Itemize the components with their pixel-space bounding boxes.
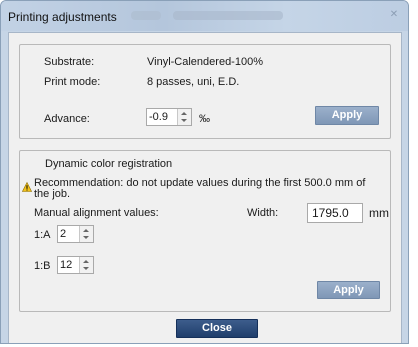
alignment-a-value: 2: [60, 228, 67, 240]
apply-alignment-button[interactable]: Apply: [317, 281, 380, 299]
advance-label: Advance:: [44, 113, 90, 125]
blurred-title-text: [131, 11, 161, 20]
manual-alignment-label: Manual alignment values:: [34, 207, 159, 219]
advance-unit: ‰: [199, 113, 210, 125]
substrate-label: Substrate:: [44, 56, 95, 68]
alignment-a-stepper-arrows[interactable]: [79, 226, 93, 242]
width-input[interactable]: 1795.0: [307, 203, 363, 223]
stepper-down-icon[interactable]: [83, 236, 89, 239]
dcr-group-title: Dynamic color registration: [45, 158, 173, 170]
settings-group: Substrate: Vinyl-Calendered-100% Print m…: [19, 44, 391, 139]
alignment-a-stepper[interactable]: 2: [57, 225, 94, 243]
close-button[interactable]: Close: [176, 319, 258, 338]
alignment-b-value: 12: [60, 259, 73, 271]
stepper-up-icon[interactable]: [181, 112, 187, 115]
stepper-down-icon[interactable]: [181, 119, 187, 122]
title-bar[interactable]: Printing adjustments ✕: [1, 1, 408, 31]
close-window-icon[interactable]: ✕: [388, 9, 400, 21]
advance-stepper-arrows[interactable]: [177, 109, 191, 125]
warning-icon: [22, 182, 32, 192]
stepper-up-icon[interactable]: [83, 260, 89, 263]
alignment-b-label: 1:B: [34, 260, 51, 272]
recommendation-text-line2: the job.: [34, 188, 71, 200]
window-title: Printing adjustments: [8, 10, 117, 24]
recommendation-text-line1: Recommendation: do not update values dur…: [34, 177, 366, 189]
advance-stepper[interactable]: -0.9: [146, 108, 192, 126]
width-value: 1795.0: [312, 206, 349, 220]
width-unit: mm: [369, 206, 389, 220]
apply-advance-button[interactable]: Apply: [315, 106, 379, 125]
substrate-value: Vinyl-Calendered-100%: [147, 56, 263, 68]
blurred-title-text-2: [173, 11, 283, 20]
print-mode-value: 8 passes, uni, E.D.: [147, 76, 240, 88]
alignment-b-stepper[interactable]: 12: [57, 256, 94, 274]
width-label: Width:: [247, 207, 279, 219]
print-mode-label: Print mode:: [44, 76, 101, 88]
dcr-group: Dynamic color registration Recommendatio…: [19, 150, 391, 312]
alignment-a-label: 1:A: [34, 229, 51, 241]
dialog-body: Substrate: Vinyl-Calendered-100% Print m…: [8, 32, 402, 343]
alignment-b-stepper-arrows[interactable]: [79, 257, 93, 273]
stepper-down-icon[interactable]: [83, 267, 89, 270]
stepper-up-icon[interactable]: [83, 229, 89, 232]
printing-adjustments-window: Printing adjustments ✕ Substrate: Vinyl-…: [0, 0, 409, 344]
advance-value: -0.9: [149, 111, 168, 123]
